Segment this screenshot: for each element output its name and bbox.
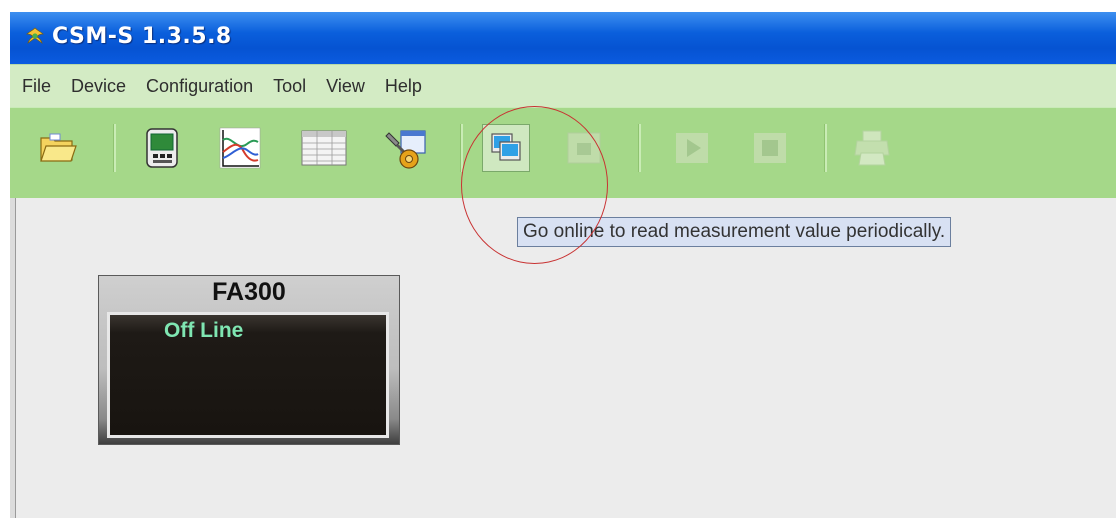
go-online-tooltip: Go online to read measurement value peri…: [517, 217, 952, 247]
menu-view[interactable]: View: [322, 74, 369, 99]
trend-button[interactable]: [216, 124, 264, 172]
go-online-button[interactable]: [482, 124, 530, 172]
toolbar-separator: [113, 124, 116, 172]
menu-bar: File Device Configuration Tool View Help: [10, 64, 1116, 108]
trend-chart-icon: [219, 127, 261, 169]
data-table-icon: [301, 130, 347, 166]
title-bar[interactable]: CSM-S 1.3.5.8: [10, 12, 1116, 64]
go-offline-icon: [567, 132, 601, 164]
toolbar-separator: [460, 124, 463, 172]
device-button[interactable]: [138, 124, 186, 172]
menu-help[interactable]: Help: [381, 74, 426, 99]
workspace-left-border: [10, 198, 16, 518]
play-icon: [676, 133, 708, 163]
open-folder-icon: [40, 133, 77, 162]
toolbar-separator: [638, 124, 641, 172]
table-button[interactable]: [300, 124, 348, 172]
settings-tools-icon: [385, 130, 426, 169]
stop-button[interactable]: [746, 124, 794, 172]
stop-icon: [754, 133, 786, 163]
play-button[interactable]: [668, 124, 716, 172]
device-status: Off Line: [164, 319, 244, 342]
device-display-icon: [146, 128, 178, 168]
toolbar-separator: [824, 124, 827, 172]
device-screen: Off Line: [107, 312, 389, 438]
menu-device[interactable]: Device: [67, 74, 130, 99]
menu-tool[interactable]: Tool: [269, 74, 310, 99]
menu-configuration[interactable]: Configuration: [142, 74, 257, 99]
window-title: CSM-S 1.3.5.8: [52, 24, 232, 49]
settings-button[interactable]: [382, 124, 430, 172]
toolbar: [10, 107, 1116, 198]
print-button[interactable]: [848, 124, 896, 172]
device-name: FA300: [212, 278, 286, 306]
menu-file[interactable]: File: [18, 74, 55, 99]
workspace: Go online to read measurement value peri…: [10, 198, 1116, 518]
go-online-icon: [491, 133, 521, 161]
go-offline-button[interactable]: [560, 124, 608, 172]
device-panel-fa300[interactable]: FA300 Off Line: [98, 275, 400, 445]
app-window: CSM-S 1.3.5.8 File Device Configuration …: [10, 12, 1116, 518]
app-logo-icon: [26, 27, 44, 44]
print-icon: [854, 130, 890, 166]
open-button[interactable]: [34, 124, 82, 172]
